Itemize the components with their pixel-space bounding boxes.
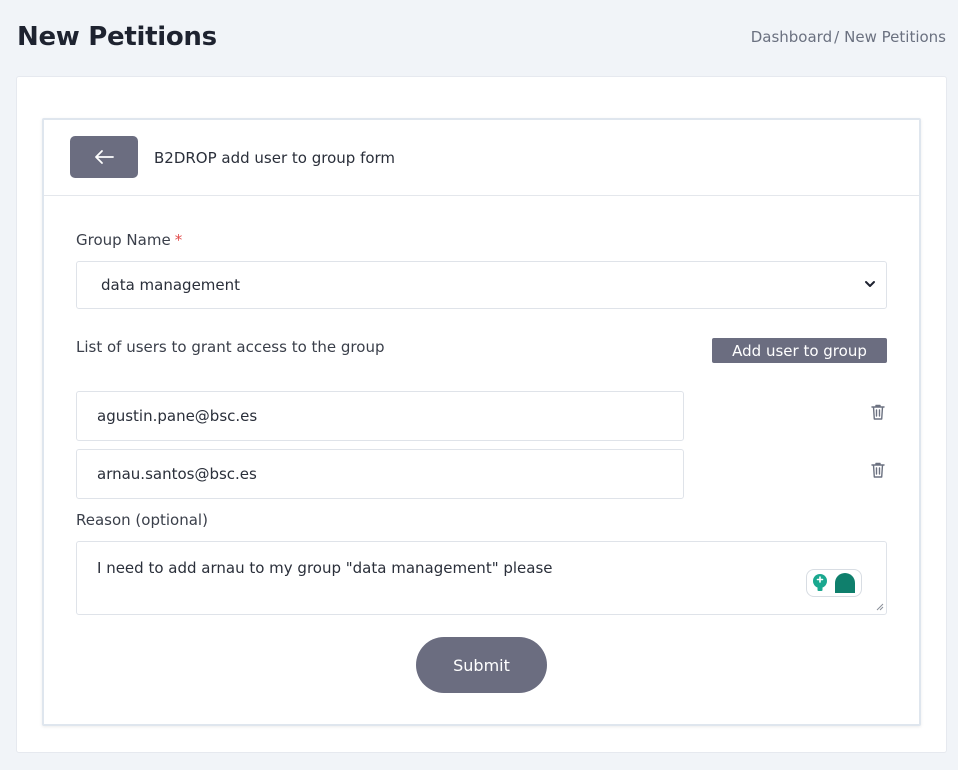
resize-grip-icon[interactable] bbox=[876, 603, 884, 611]
submit-button[interactable]: Submit bbox=[416, 637, 547, 693]
breadcrumb-separator: / bbox=[834, 28, 840, 46]
writing-assistant-widget[interactable] bbox=[806, 569, 862, 597]
users-list-label: List of users to grant access to the gro… bbox=[76, 338, 385, 356]
group-name-label: Group Name * bbox=[76, 231, 182, 249]
petition-form: B2DROP add user to group form Group Name… bbox=[42, 118, 921, 726]
trash-icon bbox=[871, 462, 885, 478]
assistant-logo-icon bbox=[835, 573, 855, 593]
user-email-input[interactable]: arnau.santos@bsc.es bbox=[76, 449, 684, 499]
add-user-button[interactable]: Add user to group bbox=[712, 338, 887, 363]
lightbulb-icon bbox=[813, 574, 827, 591]
required-mark: * bbox=[174, 231, 183, 249]
page-header: New Petitions Dashboard / New Petitions bbox=[0, 0, 958, 76]
breadcrumb-dashboard-link[interactable]: Dashboard bbox=[751, 28, 832, 46]
reason-label: Reason (optional) bbox=[76, 511, 208, 529]
user-email-input[interactable]: agustin.pane@bsc.es bbox=[76, 391, 684, 441]
group-name-select[interactable]: data management bbox=[76, 261, 887, 309]
reason-textarea[interactable]: I need to add arnau to my group "data ma… bbox=[76, 541, 887, 615]
back-button[interactable] bbox=[70, 136, 138, 178]
arrow-left-icon bbox=[95, 150, 114, 164]
group-name-value: data management bbox=[101, 276, 241, 294]
page-title: New Petitions bbox=[17, 22, 217, 52]
group-name-label-text: Group Name bbox=[76, 231, 171, 249]
breadcrumb-current: New Petitions bbox=[844, 28, 946, 46]
breadcrumb: Dashboard / New Petitions bbox=[751, 28, 946, 46]
delete-user-button[interactable] bbox=[870, 403, 886, 421]
trash-icon bbox=[871, 404, 885, 420]
form-header: B2DROP add user to group form bbox=[44, 120, 919, 196]
chevron-down-icon bbox=[865, 281, 875, 287]
form-title: B2DROP add user to group form bbox=[154, 149, 396, 167]
delete-user-button[interactable] bbox=[870, 461, 886, 479]
